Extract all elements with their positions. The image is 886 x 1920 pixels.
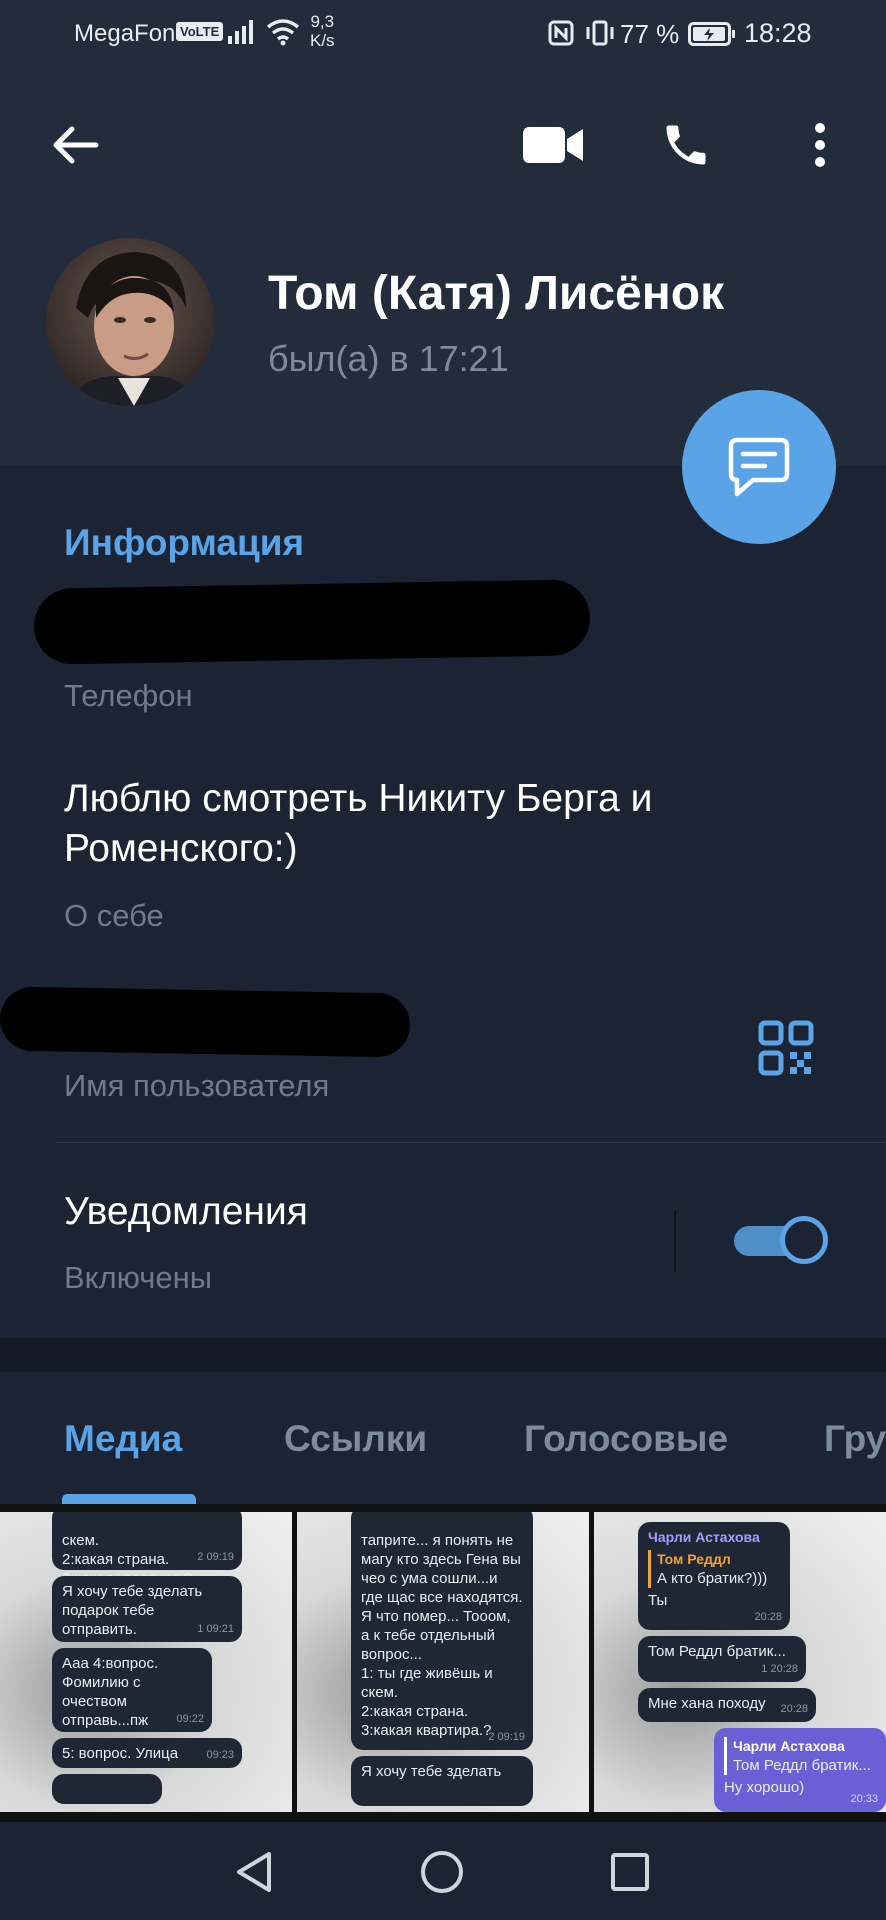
info-section: Информация Телефон Люблю смотреть Никиту… bbox=[0, 466, 886, 1338]
bubble-text: Ааа 4:вопрос. Фомилию с очеством отправь… bbox=[62, 1655, 159, 1729]
media-tabs: Медиа Ссылки Голосовые Гру bbox=[0, 1372, 886, 1504]
tab-links[interactable]: Ссылки bbox=[284, 1418, 427, 1460]
contact-avatar[interactable] bbox=[46, 238, 214, 406]
quote-name: Том Реддл bbox=[657, 1551, 731, 1567]
media-grid: скем. 2:какая страна. 3:какая квартира.?… bbox=[0, 1504, 886, 1822]
chat-bubble: Мне хана походу 20:28 bbox=[638, 1688, 816, 1722]
bubble-time: 20:28 bbox=[754, 1611, 782, 1623]
status-bar: MegaFon VoLTE 9,3 K/s 77 % 18:28 bbox=[0, 0, 886, 66]
qr-code-button[interactable] bbox=[758, 1020, 814, 1076]
contact-name: Том (Катя) Лисёнок bbox=[268, 267, 725, 320]
message-icon bbox=[728, 437, 790, 497]
username-redacted[interactable] bbox=[0, 986, 411, 1058]
wifi-icon bbox=[266, 19, 300, 46]
quote-text: А кто братик?))) bbox=[657, 1570, 768, 1587]
bubble-text: таприте... я понять не магу кто здесь Ге… bbox=[361, 1532, 523, 1739]
video-camera-icon bbox=[523, 127, 583, 163]
signal-icon bbox=[228, 20, 253, 44]
call-button[interactable] bbox=[650, 110, 722, 180]
notifications-status: Включены bbox=[64, 1260, 213, 1295]
bio-value: Люблю смотреть Никиту Берга и Роменского… bbox=[64, 777, 653, 870]
bubble-quote: Том Реддл А кто братик?))) bbox=[648, 1550, 780, 1588]
phone-label: Телефон bbox=[64, 678, 193, 713]
chat-bubble: Том Реддл братик... 1 20:28 bbox=[638, 1636, 806, 1682]
more-options-button[interactable] bbox=[800, 110, 840, 180]
chat-bubble bbox=[52, 1774, 162, 1804]
bubble-sender: Чарли Астахова bbox=[648, 1529, 760, 1545]
notifications-toggle[interactable] bbox=[734, 1214, 828, 1264]
phone-icon bbox=[666, 125, 706, 165]
status-time: 18:28 bbox=[744, 18, 812, 48]
chat-bubble: Я хочу тебе зделать bbox=[351, 1756, 533, 1806]
info-section-title: Информация bbox=[64, 522, 305, 563]
triangle-back-icon bbox=[237, 1852, 271, 1892]
chat-bubble: таприте... я понять не магу кто здесь Ге… bbox=[351, 1512, 533, 1750]
toggle-knob bbox=[780, 1216, 828, 1264]
circle-home-icon bbox=[421, 1851, 463, 1893]
bubble-text: Мне хана походу bbox=[648, 1695, 766, 1712]
phone-number-redacted[interactable] bbox=[33, 579, 591, 665]
bubble-text: Я хочу тебе зделать подарок тебе отправи… bbox=[62, 1583, 203, 1638]
chat-bubble: скем. 2:какая страна. 3:какая квартира.?… bbox=[52, 1512, 242, 1587]
quote-name: Чарли Астахова bbox=[733, 1738, 845, 1754]
system-nav-bar bbox=[0, 1822, 886, 1920]
bubble-time: 2 09:19 bbox=[197, 1551, 234, 1563]
arrow-left-icon bbox=[53, 126, 99, 164]
battery-percent: 77 % bbox=[620, 19, 680, 49]
vertical-separator bbox=[674, 1210, 676, 1272]
bubble-text: Том Реддл братик... bbox=[648, 1643, 786, 1660]
last-seen-status: был(а) в 17:21 bbox=[268, 338, 509, 379]
chat-bubble: 5: вопрос. Улица 09:23 bbox=[52, 1738, 242, 1768]
chat-bubble-outgoing: Чарли Астахова Том Реддл братик... Ну хо… bbox=[714, 1728, 886, 1812]
media-thumbnail[interactable]: таприте... я понять не магу кто здесь Ге… bbox=[297, 1512, 589, 1812]
battery-charging-icon bbox=[688, 22, 735, 46]
bubble-time: 1 20:28 bbox=[761, 1663, 798, 1675]
qr-code-icon bbox=[758, 1020, 814, 1076]
nav-recents-button[interactable] bbox=[600, 1842, 660, 1902]
send-message-button[interactable] bbox=[682, 390, 836, 544]
network-speed-unit: K/s bbox=[310, 31, 335, 50]
tab-voice[interactable]: Голосовые bbox=[524, 1418, 728, 1460]
bubble-time: 09:23 bbox=[206, 1749, 234, 1761]
tab-media[interactable]: Медиа bbox=[64, 1418, 182, 1460]
bubble-time: 09:22 bbox=[176, 1713, 204, 1725]
bubble-time: 1 09:21 bbox=[197, 1623, 234, 1635]
nav-back-button[interactable] bbox=[224, 1842, 284, 1902]
chat-bubble: Я хочу тебе зделать подарок тебе отправи… bbox=[52, 1576, 242, 1642]
bubble-text: Я хочу тебе зделать bbox=[361, 1763, 502, 1780]
bubble-quote: Чарли Астахова Том Реддл братик... bbox=[724, 1737, 876, 1775]
nfc-icon bbox=[548, 20, 574, 46]
divider bbox=[56, 1142, 886, 1143]
chat-bubble: Чарли Астахова Том Реддл А кто братик?))… bbox=[638, 1522, 790, 1630]
avatar-image bbox=[46, 238, 214, 406]
carrier-name: MegaFon bbox=[74, 20, 176, 47]
username-label: Имя пользователя bbox=[64, 1068, 330, 1103]
vibrate-icon bbox=[586, 20, 614, 46]
tab-groups[interactable]: Гру bbox=[824, 1418, 886, 1460]
square-recents-icon bbox=[611, 1853, 649, 1891]
video-call-button[interactable] bbox=[518, 110, 590, 180]
bubble-time: 2 09:19 bbox=[488, 1731, 525, 1743]
more-vertical-icon bbox=[815, 123, 825, 167]
nav-home-button[interactable] bbox=[412, 1842, 472, 1902]
section-gap bbox=[0, 1338, 886, 1372]
notifications-title[interactable]: Уведомления bbox=[64, 1190, 308, 1234]
network-speed: 9,3 K/s bbox=[310, 12, 335, 50]
bubble-time: 20:28 bbox=[780, 1703, 808, 1715]
media-thumbnail[interactable]: скем. 2:какая страна. 3:какая квартира.?… bbox=[0, 1512, 292, 1812]
bubble-time: 20:33 bbox=[850, 1793, 878, 1805]
network-speed-value: 9,3 bbox=[310, 12, 335, 31]
quote-text: Том Реддл братик... bbox=[733, 1757, 871, 1774]
bubble-text: 5: вопрос. Улица bbox=[62, 1745, 179, 1762]
volte-badge: VoLTE bbox=[176, 22, 224, 41]
bio-label: О себе bbox=[64, 898, 164, 933]
chat-bubble: Ааа 4:вопрос. Фомилию с очеством отправь… bbox=[52, 1648, 212, 1732]
active-tab-indicator bbox=[62, 1494, 196, 1504]
media-thumbnail[interactable]: Чарли Астахова Том Реддл А кто братик?))… bbox=[594, 1512, 886, 1812]
back-button[interactable] bbox=[40, 110, 110, 180]
